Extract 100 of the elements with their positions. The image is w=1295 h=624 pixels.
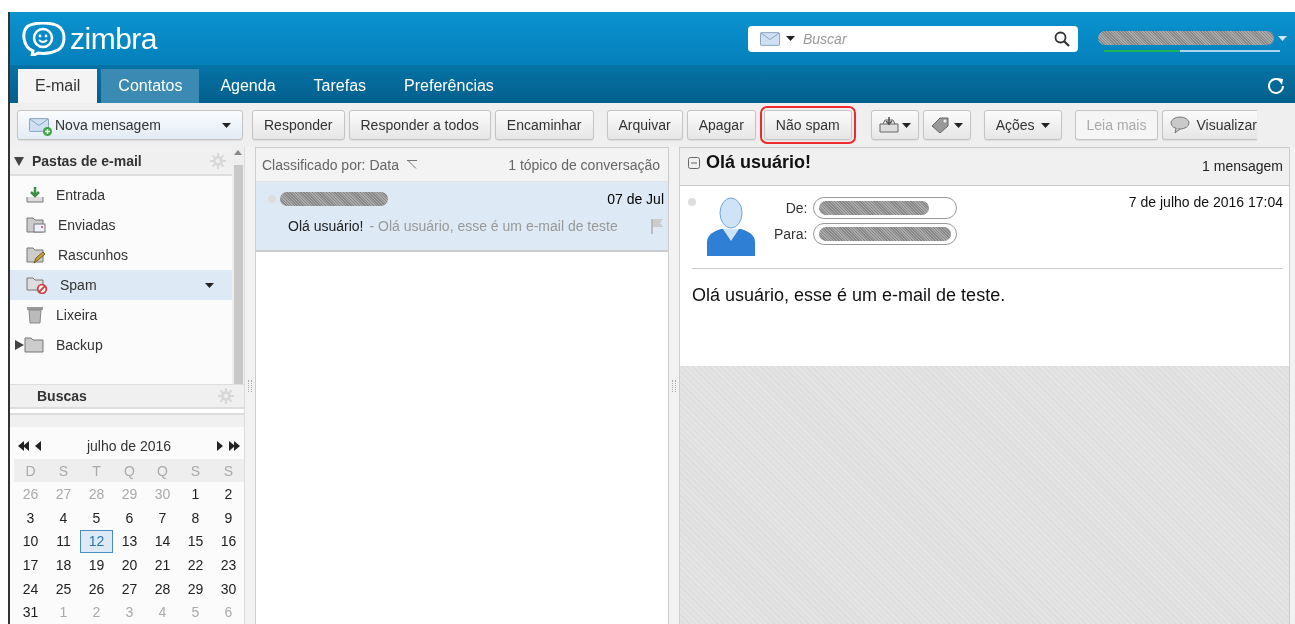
sort-icon[interactable] <box>406 160 417 169</box>
calendar-day[interactable]: 21 <box>146 553 179 577</box>
sort-label[interactable]: Classificado por: Data <box>262 156 399 173</box>
message-body: Olá usuário, esse é um e-mail de teste. <box>691 284 1007 306</box>
scroll-up-arrow-icon[interactable] <box>234 150 242 155</box>
search-box[interactable]: Buscar <box>748 25 1078 52</box>
tag-icon <box>930 117 951 133</box>
caret-icon <box>953 122 963 128</box>
move-menu-button[interactable] <box>870 110 919 140</box>
calendar-day[interactable]: 30 <box>212 576 244 601</box>
folder-item[interactable]: Enviadas <box>10 210 232 240</box>
folder-item[interactable]: Spam <box>10 270 232 300</box>
double-arrow-icon[interactable] <box>18 440 29 451</box>
field-label: Para: <box>774 226 808 242</box>
calendar-day[interactable]: 3 <box>14 506 47 530</box>
calendar-day[interactable]: 16 <box>212 529 244 554</box>
message-row[interactable]: 07 de Jul Olá usuário! - Olá usuário, esse é um e-mail de teste <box>256 182 668 252</box>
calendar-day[interactable]: 17 <box>14 553 47 577</box>
calendar-day[interactable]: 15 <box>179 529 212 554</box>
calendar-day[interactable]: 1 <box>179 482 212 506</box>
calendar-day[interactable]: 11 <box>47 529 80 554</box>
caret-icon <box>786 36 795 41</box>
calendar-day[interactable]: 25 <box>47 576 80 601</box>
folder-icon <box>24 336 44 354</box>
trash-icon <box>26 306 44 324</box>
toolbar-button[interactable]: Apagar <box>686 110 756 140</box>
expand-arrow-icon[interactable] <box>15 340 24 350</box>
arrow-icon[interactable] <box>35 440 41 451</box>
folder-item[interactable]: Lixeira <box>10 300 232 330</box>
folder-envelope-icon <box>26 216 46 234</box>
tab[interactable]: Tarefas <box>296 69 384 103</box>
calendar-day[interactable]: 28 <box>146 576 179 601</box>
calendar-day[interactable]: 22 <box>179 553 212 577</box>
calendar-day[interactable]: 23 <box>212 553 244 577</box>
weekday-label: S <box>179 458 212 483</box>
weekday-label: Q <box>146 458 179 483</box>
toolbar-button[interactable]: Arquivar <box>606 110 683 140</box>
toolbar-button[interactable]: Encaminhar <box>494 110 594 140</box>
folder-item[interactable]: Entrada <box>10 180 232 210</box>
weekday-label: D <box>14 458 47 483</box>
read-dot[interactable] <box>688 198 696 206</box>
actions-menu-button[interactable]: Ações <box>983 110 1062 140</box>
section-header[interactable]: Pastas de e-mail <box>10 147 232 176</box>
speech-bubble-icon <box>1170 116 1191 134</box>
calendar-day[interactable]: 7 <box>146 506 179 530</box>
message-date: 7 de julho de 2016 17:04 <box>1127 194 1283 212</box>
calendar-day[interactable]: 26 <box>80 576 113 601</box>
tab[interactable]: Agenda <box>203 69 293 103</box>
caret-icon <box>1278 35 1287 41</box>
folder-item[interactable]: Rascunhos <box>10 240 232 270</box>
folder-item[interactable]: Backup <box>10 330 232 360</box>
folder-blocked-icon <box>26 276 48 294</box>
collapse-icon[interactable] <box>688 157 700 169</box>
message-date: 07 de Jul <box>607 191 664 207</box>
calendar-day[interactable]: 14 <box>146 529 179 554</box>
refresh-icon[interactable] <box>1267 76 1285 94</box>
view-button[interactable]: Visualizar <box>1162 110 1257 140</box>
calendar-day[interactable]: 31 <box>14 600 47 624</box>
caret-icon <box>205 282 214 288</box>
calendar-day[interactable]: 27 <box>113 576 146 601</box>
download-tray-icon <box>26 186 44 204</box>
calendar-day[interactable]: 24 <box>14 576 47 601</box>
calendar-day[interactable]: 12 <box>80 529 113 554</box>
toolbar-button[interactable]: Responder <box>252 110 345 140</box>
tab[interactable]: Preferências <box>387 69 511 103</box>
conversation-subject: Olá usuário! <box>706 152 813 173</box>
calendar-day[interactable]: 2 <box>212 482 244 506</box>
weekday-label: S <box>47 458 80 483</box>
section-header[interactable]: Buscas <box>10 383 244 410</box>
toolbar-button[interactable]: Responder a todos <box>348 110 491 140</box>
calendar-day[interactable]: 5 <box>80 506 113 530</box>
search-field[interactable]: Buscar <box>801 29 1048 48</box>
calendar-day[interactable]: 13 <box>113 529 146 554</box>
calendar-day[interactable]: 20 <box>113 553 146 577</box>
scrollbar[interactable] <box>232 147 244 384</box>
logo-text: zimbra <box>70 21 157 56</box>
weekday-label: T <box>80 458 113 483</box>
search-icon[interactable] <box>1054 30 1070 47</box>
weekday-label: S <box>212 458 244 483</box>
calendar-day[interactable]: 19 <box>80 553 113 577</box>
tray-icon <box>878 117 899 133</box>
calendar-day[interactable]: 6 <box>113 506 146 530</box>
tab[interactable]: E-mail <box>18 69 98 103</box>
double-arrow-icon[interactable] <box>229 440 240 451</box>
calendar-day[interactable]: 8 <box>179 506 212 530</box>
calendar-day[interactable]: 29 <box>179 576 212 601</box>
calendar-day[interactable]: 4 <box>47 506 80 530</box>
folder-pencil-icon <box>26 246 46 264</box>
message-subject: Olá usuário! <box>288 218 364 234</box>
tab[interactable]: Contatos <box>101 69 200 103</box>
caret-icon <box>222 122 231 128</box>
tag-menu-button[interactable] <box>922 110 971 140</box>
calendar-day[interactable]: 9 <box>212 506 244 530</box>
calendar-day[interactable]: 18 <box>47 553 80 577</box>
weekday-label: Q <box>113 458 146 483</box>
arrow-icon[interactable] <box>217 440 223 451</box>
logo-icon <box>20 21 66 56</box>
calendar-day[interactable]: 10 <box>14 529 47 554</box>
envelope-icon[interactable] <box>760 31 780 46</box>
collapse-arrow-icon[interactable] <box>14 155 24 166</box>
